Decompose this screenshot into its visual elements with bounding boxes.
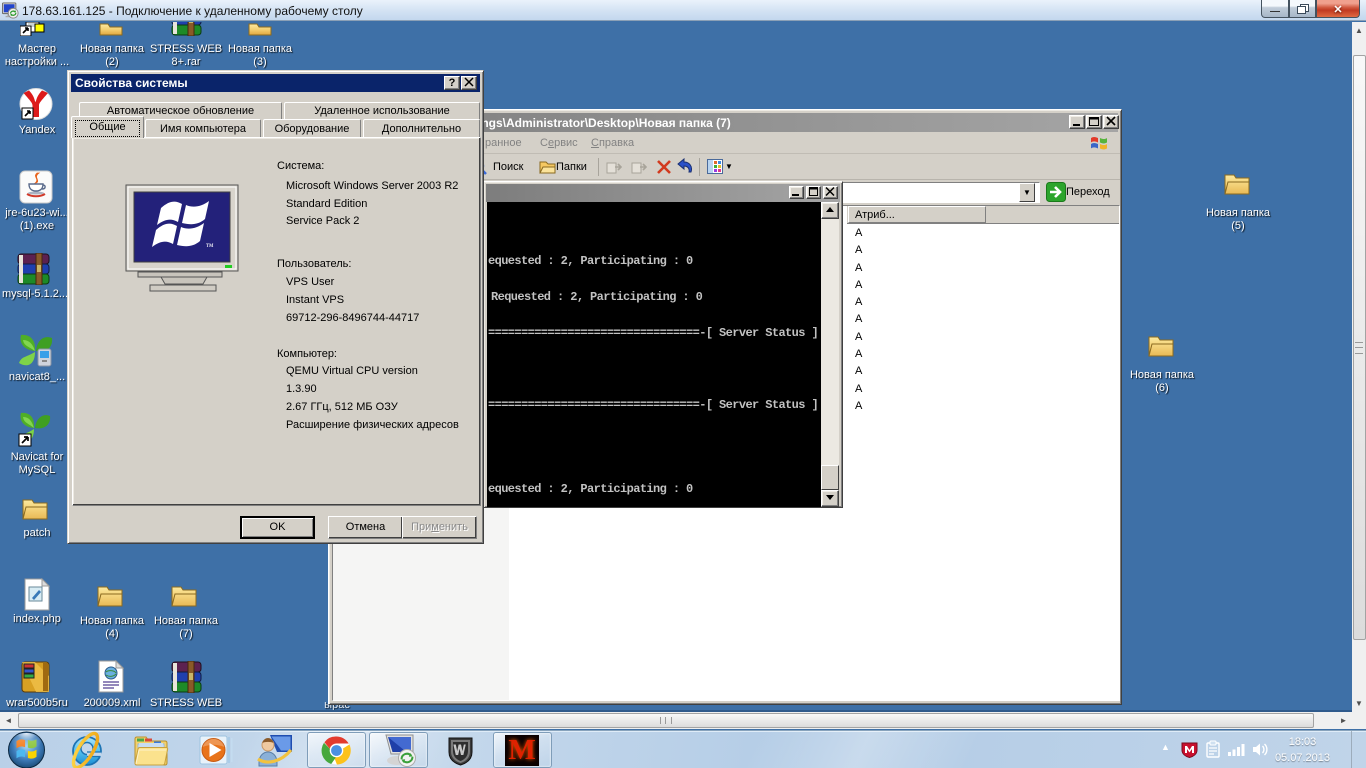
svg-text:тм: тм [206, 241, 214, 249]
